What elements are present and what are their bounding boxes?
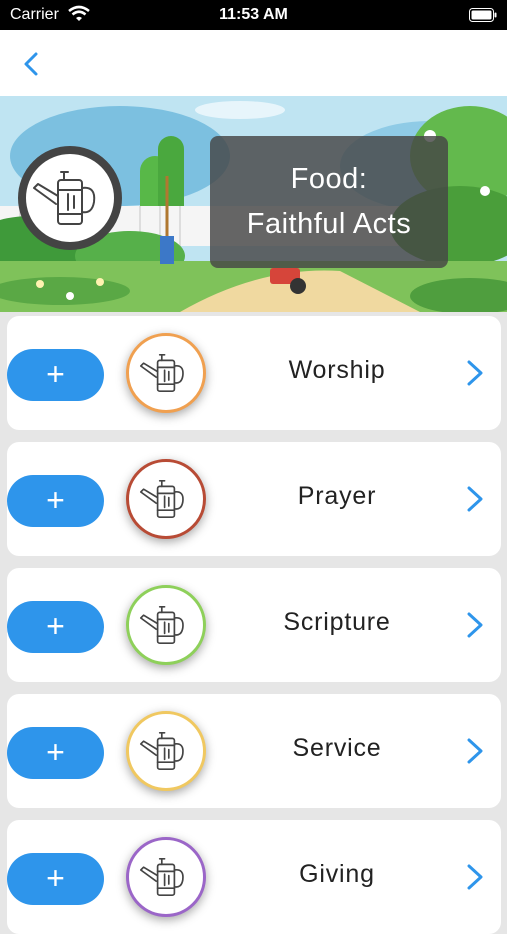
chevron-right-icon[interactable] [463, 862, 487, 892]
header-title: Food: Faithful Acts [210, 136, 448, 268]
list-item-label: Worship [288, 356, 386, 384]
chevron-right-icon[interactable] [463, 610, 487, 640]
add-button[interactable]: + [7, 475, 104, 527]
category-icon-circle [126, 585, 206, 665]
category-icon-circle [126, 459, 206, 539]
back-button[interactable] [16, 48, 48, 80]
list-item-label: Prayer [297, 482, 377, 510]
watering-can-icon [139, 731, 184, 771]
chevron-right-icon[interactable] [463, 484, 487, 514]
list-item-scripture[interactable]: + Scripture [7, 568, 501, 682]
list-item-prayer[interactable]: + Prayer [7, 442, 501, 556]
status-bar: Carrier 11:53 AM [0, 0, 507, 30]
watering-can-icon [139, 353, 184, 393]
add-button[interactable]: + [7, 601, 104, 653]
chevron-right-icon[interactable] [463, 358, 487, 388]
list-item-service[interactable]: + Service [7, 694, 501, 808]
add-button[interactable]: + [7, 727, 104, 779]
watering-can-icon [139, 479, 184, 519]
add-button[interactable]: + [7, 349, 104, 401]
category-icon-circle [126, 837, 206, 917]
add-button[interactable]: + [7, 853, 104, 905]
list-item-giving[interactable]: + Giving [7, 820, 501, 934]
list-item-label: Giving [299, 860, 375, 888]
header-title-line2: Faithful Acts [246, 208, 412, 240]
watering-can-icon [139, 605, 184, 645]
status-time: 11:53 AM [219, 6, 288, 23]
header-icon-circle [18, 146, 122, 250]
header-banner: Food: Faithful Acts [0, 96, 507, 312]
chevron-left-icon [24, 52, 38, 76]
header-title-line1: Food: [290, 163, 368, 195]
list-item-label: Scripture [283, 608, 391, 636]
list-item-label: Service [292, 734, 382, 762]
watering-can-icon [139, 857, 184, 897]
list-item-worship[interactable]: + Worship [7, 316, 501, 430]
category-icon-circle [126, 711, 206, 791]
battery-icon [469, 8, 497, 27]
watering-can-icon [33, 171, 96, 225]
navigation-bar [0, 30, 507, 96]
chevron-right-icon[interactable] [463, 736, 487, 766]
category-icon-circle [126, 333, 206, 413]
